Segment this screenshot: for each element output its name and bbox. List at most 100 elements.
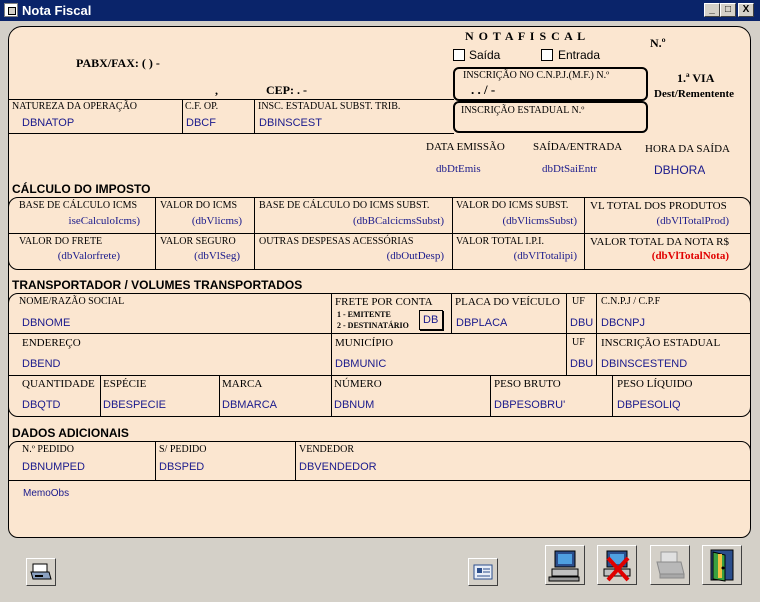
divider — [8, 133, 454, 134]
frete-conta-label: FRETE POR CONTA — [335, 296, 433, 308]
address-comma: , — [215, 83, 218, 97]
valor-icms-subst-label: VALOR DO ICMS SUBST. — [456, 200, 569, 211]
via-label: 1.ª VIA — [677, 71, 715, 85]
valor-icms-label: VALOR DO ICMS — [160, 200, 238, 211]
divider — [254, 197, 255, 270]
printer-icon — [30, 563, 52, 580]
base-icms-subst-label: BASE DE CÁLCULO DO ICMS SUBST. — [259, 200, 430, 211]
divider — [219, 375, 220, 417]
frete-opcao-1: 1 - EMITENTE — [337, 310, 391, 319]
placa-label: PLACA DO VEÍCULO — [455, 296, 560, 308]
saida-checkbox[interactable] — [453, 49, 465, 61]
divider — [612, 375, 613, 417]
base-icms-label: BASE DE CÁLCULO ICMS — [19, 200, 138, 211]
total-ipi-field[interactable]: (dbVlTotalipi) — [456, 250, 577, 262]
uf2-label: UF — [572, 337, 585, 348]
total-produtos-label: VL TOTAL DOS PRODUTOS — [590, 200, 727, 212]
peso-liquido-label: PESO LÍQUIDO — [617, 378, 693, 390]
hora-field[interactable]: DBHORA — [654, 163, 705, 177]
municipio-label: MUNICÍPIO — [335, 337, 394, 349]
cancel-icon — [603, 550, 631, 582]
nome-label: NOME/RAZÃO SOCIAL — [19, 296, 125, 307]
cfop-field[interactable]: DBCF — [186, 117, 216, 129]
ie-transp-field[interactable]: DBINSCESTEND — [601, 358, 687, 370]
nota-fiscal-heading: N O T A F I S C A L — [465, 29, 587, 43]
adicionais-section — [8, 441, 751, 538]
transp-title: TRANSPORTADOR / VOLUMES TRANSPORTADOS — [12, 278, 303, 292]
base-icms-field[interactable]: iseCalculoIcms) — [20, 215, 140, 227]
valor-icms-field[interactable]: (dbVlicms) — [160, 215, 242, 227]
total-ipi-label: VALOR TOTAL I.P.I. — [456, 236, 545, 247]
outras-despesas-label: OUTRAS DESPESAS ACESSÓRIAS — [259, 236, 414, 247]
inscest-field[interactable]: DBINSCEST — [259, 117, 322, 129]
s-pedido-field[interactable]: DBSPED — [159, 461, 204, 473]
numero-label: N.º — [650, 36, 666, 50]
print-disabled-button[interactable] — [650, 545, 690, 585]
ie-box: INSCRIÇÃO ESTADUAL N.º — [453, 101, 648, 133]
close-button[interactable]: X — [738, 3, 754, 17]
print-button[interactable] — [26, 558, 56, 586]
emissao-label: DATA EMISSÃO — [426, 141, 505, 153]
especie-field[interactable]: DBESPECIE — [103, 399, 166, 411]
total-nota-field[interactable]: (dbVlTotalNota) — [590, 250, 729, 262]
peso-liquido-field[interactable]: DBPESOLIQ — [617, 399, 681, 411]
total-produtos-field[interactable]: (dbVlTotalProd) — [590, 215, 729, 227]
marca-label: MARCA — [222, 378, 263, 390]
uf-field[interactable]: DBU — [570, 317, 594, 329]
memo-observacoes[interactable]: MemoObs — [23, 488, 69, 499]
emissao-field[interactable]: dbDtEmis — [436, 163, 481, 175]
minimize-button[interactable]: _ — [704, 3, 720, 17]
uf2-field[interactable]: DBU — [570, 358, 594, 370]
save-computer-button[interactable] — [545, 545, 585, 585]
numero-volume-field[interactable]: DBNUM — [334, 399, 374, 411]
seguro-field[interactable]: (dbVlSeg) — [160, 250, 240, 262]
adicionais-title: DADOS ADICIONAIS — [12, 426, 129, 440]
frete-opcao-2: 2 - DESTINATÁRIO — [337, 321, 409, 330]
window-title: Nota Fiscal — [22, 3, 92, 18]
cnpj-label: INSCRIÇÃO NO C.N.P.J.(M.F.) N.º — [463, 70, 610, 81]
nome-field[interactable]: DBNOME — [22, 317, 70, 329]
base-icms-subst-field[interactable]: (dbBCalcicmsSubst) — [260, 215, 444, 227]
exit-door-icon — [710, 549, 734, 582]
maximize-button[interactable]: □ — [720, 3, 736, 17]
divider — [8, 375, 751, 376]
outras-despesas-field[interactable]: (dbOutDesp) — [260, 250, 444, 262]
saient-field[interactable]: dbDtSaiEntr — [542, 163, 597, 175]
valor-icms-subst-field[interactable]: (dbVlicmsSubst) — [456, 215, 577, 227]
municipio-field[interactable]: DBMUNIC — [335, 358, 386, 370]
cnpj-box: INSCRIÇÃO NO C.N.P.J.(M.F.) N.º . . / - — [453, 67, 648, 101]
frete-conta-field[interactable]: DB — [419, 310, 443, 330]
placa-field[interactable]: DBPLACA — [456, 317, 507, 329]
frete-conta-value: DB — [423, 314, 439, 326]
via-sub-label: Dest/Rementente — [654, 88, 735, 100]
cnpj-cpf-field[interactable]: DBCNPJ — [601, 317, 645, 329]
num-pedido-label: N.º PEDIDO — [22, 444, 74, 455]
cnpj-value[interactable]: . . / - — [471, 82, 495, 98]
entrada-checkbox[interactable] — [541, 49, 553, 61]
cep-label: CEP: . - — [266, 83, 307, 97]
divider — [452, 197, 453, 270]
cancel-button[interactable] — [597, 545, 637, 585]
frete-field[interactable]: (dbValorfrete) — [20, 250, 120, 262]
uf-label: UF — [572, 296, 585, 307]
divider — [182, 99, 183, 133]
card-button[interactable] — [468, 558, 498, 586]
imposto-title: CÁLCULO DO IMPOSTO — [12, 182, 151, 196]
peso-bruto-field[interactable]: DBPESOBRU' — [494, 399, 608, 411]
exit-button[interactable] — [702, 545, 742, 585]
natop-field[interactable]: DBNATOP — [22, 117, 74, 129]
num-pedido-field[interactable]: DBNUMPED — [22, 461, 85, 473]
divider — [295, 441, 296, 480]
divider — [8, 99, 454, 100]
divider — [100, 375, 101, 417]
marca-field[interactable]: DBMARCA — [222, 399, 277, 411]
window-titlebar: Nota Fiscal — [0, 0, 760, 21]
divider — [155, 197, 156, 270]
vendedor-label: VENDEDOR — [299, 444, 354, 455]
quantidade-field[interactable]: DBQTD — [22, 399, 61, 411]
endereco-label: ENDEREÇO — [22, 337, 81, 349]
pabx-label: PABX/FAX: ( ) - — [76, 56, 160, 70]
frete-label: VALOR DO FRETE — [19, 236, 103, 247]
endereco-field[interactable]: DBEND — [22, 358, 61, 370]
vendedor-field[interactable]: DBVENDEDOR — [299, 461, 377, 473]
